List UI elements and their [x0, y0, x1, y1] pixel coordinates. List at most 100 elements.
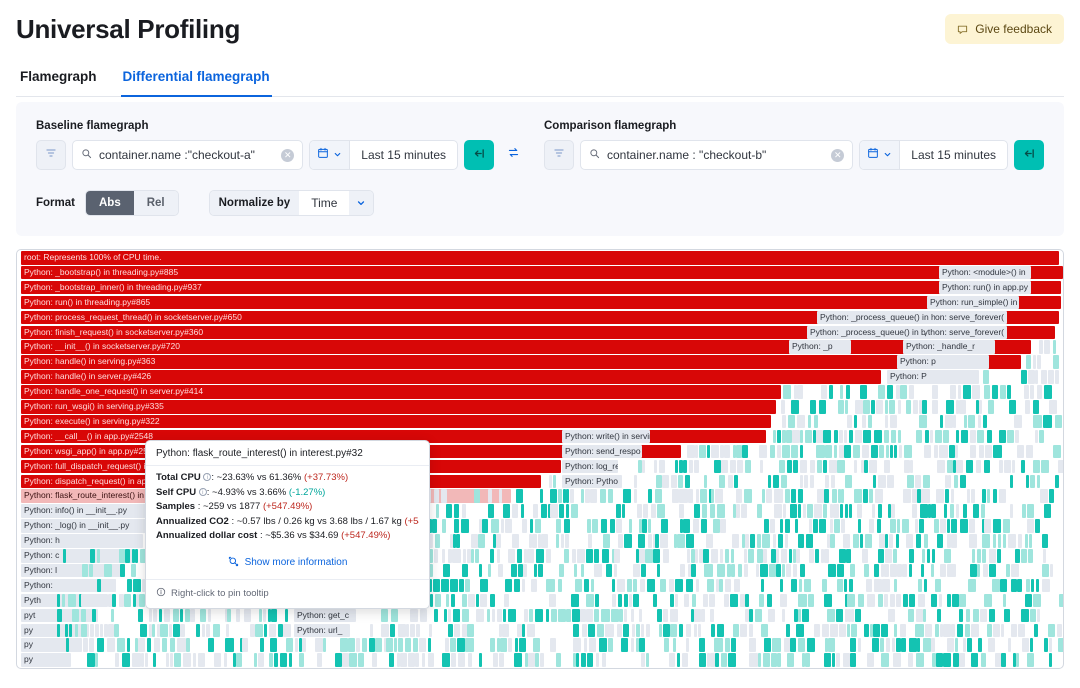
flamegraph-frame-narrow[interactable]: [943, 653, 951, 667]
flamegraph-frame-narrow[interactable]: [931, 504, 936, 518]
flamegraph-frame-narrow[interactable]: [442, 653, 450, 667]
flamegraph-frame-narrow[interactable]: [236, 609, 239, 623]
flamegraph-frame-narrow[interactable]: [1048, 624, 1055, 638]
flamegraph-frame-narrow[interactable]: [263, 609, 266, 623]
flamegraph-frame-narrow[interactable]: [206, 624, 211, 638]
flamegraph-frame-narrow[interactable]: [541, 504, 547, 518]
flamegraph-frame-narrow[interactable]: [777, 445, 781, 459]
flamegraph-frame-narrow[interactable]: [254, 653, 257, 667]
flamegraph-frame-narrow[interactable]: [1037, 475, 1040, 489]
flamegraph-frame-narrow[interactable]: [624, 594, 628, 608]
flamegraph-frame-narrow[interactable]: [916, 534, 920, 548]
normalize-by-value[interactable]: Time: [299, 191, 349, 215]
flamegraph-frame-narrow[interactable]: [619, 609, 623, 623]
flamegraph-frame-narrow[interactable]: [138, 638, 145, 652]
flamegraph-frame-narrow[interactable]: [190, 609, 195, 623]
flamegraph-frame-narrow[interactable]: [910, 460, 913, 474]
flamegraph-frame-narrow[interactable]: [614, 549, 620, 563]
flamegraph-frame-narrow[interactable]: [982, 549, 987, 563]
flamegraph-frame-narrow[interactable]: [97, 549, 100, 563]
flamegraph-frame-narrow[interactable]: [624, 534, 632, 548]
flamegraph-frame-narrow[interactable]: [686, 624, 692, 638]
flamegraph-frame-narrow[interactable]: [738, 564, 742, 578]
flamegraph-frame-narrow[interactable]: [837, 579, 843, 593]
flamegraph-frame-narrow[interactable]: [1021, 460, 1025, 474]
flamegraph-frame-narrow[interactable]: [226, 624, 229, 638]
flamegraph-frame-narrow[interactable]: [935, 430, 942, 444]
flamegraph-frame-narrow[interactable]: [819, 519, 826, 533]
flamegraph-frame-narrow[interactable]: [492, 609, 495, 623]
flamegraph-frame-narrow[interactable]: [535, 609, 542, 623]
flamegraph-frame-narrow[interactable]: [390, 624, 395, 638]
flamegraph-frame-narrow[interactable]: [947, 534, 952, 548]
flamegraph-frame-narrow[interactable]: [523, 564, 526, 578]
flamegraph-frame-narrow[interactable]: [849, 430, 853, 444]
flamegraph-frame-narrow[interactable]: [594, 564, 602, 578]
flamegraph-frame-narrow[interactable]: [802, 653, 805, 667]
flamegraph-frame-narrow[interactable]: [1003, 534, 1006, 548]
flamegraph-frame-narrow[interactable]: [624, 609, 627, 623]
flamegraph-frame-left-16[interactable]: Python: info() in __init__.py: [21, 504, 161, 518]
flamegraph-frame-narrow[interactable]: [988, 638, 995, 652]
flamegraph-frame-narrow[interactable]: [782, 564, 785, 578]
flamegraph-frame-narrow[interactable]: [587, 653, 593, 667]
flamegraph-frame-narrow[interactable]: [798, 504, 801, 518]
flamegraph-frame-narrow[interactable]: [608, 638, 613, 652]
tab-differential-flamegraph[interactable]: Differential flamegraph: [121, 69, 272, 97]
flamegraph-frame-narrow[interactable]: [840, 504, 843, 518]
flamegraph-frame-narrow[interactable]: [1042, 579, 1050, 593]
flamegraph-frame-narrow[interactable]: [989, 609, 995, 623]
flamegraph-frame-narrow[interactable]: [663, 549, 669, 563]
flamegraph-frame-narrow[interactable]: [1049, 638, 1052, 652]
flamegraph-frame-narrow[interactable]: [435, 594, 441, 608]
flamegraph-frame-narrow[interactable]: [372, 653, 377, 667]
flamegraph-frame-narrow[interactable]: [790, 638, 796, 652]
flamegraph-frame-narrow[interactable]: [768, 609, 775, 623]
flamegraph-frame-narrow[interactable]: [198, 653, 205, 667]
flamegraph-frame-narrow[interactable]: [616, 519, 621, 533]
flamegraph-frame-narrow[interactable]: [1015, 549, 1020, 563]
flamegraph-frame-narrow[interactable]: [696, 489, 699, 503]
flamegraph-frame-narrow[interactable]: [951, 624, 955, 638]
flamegraph-frame-narrow[interactable]: [669, 653, 675, 667]
flamegraph-frame-narrow[interactable]: [519, 638, 526, 652]
flamegraph-frame-narrow[interactable]: [822, 579, 827, 593]
comparison-search-input[interactable]: [607, 148, 824, 162]
flamegraph-frame-narrow[interactable]: [728, 475, 733, 489]
flamegraph-frame-narrow[interactable]: [797, 415, 805, 429]
flamegraph-frame-narrow[interactable]: [715, 489, 723, 503]
flamegraph-frame-narrow[interactable]: [804, 475, 808, 489]
flamegraph-frame-narrow[interactable]: [932, 400, 938, 414]
flamegraph-frame-narrow[interactable]: [419, 638, 426, 652]
flamegraph-frame-narrow[interactable]: [166, 653, 169, 667]
flamegraph-frame-narrow[interactable]: [970, 445, 977, 459]
flamegraph-frame-narrow[interactable]: [678, 475, 683, 489]
flamegraph-frame-narrow[interactable]: [878, 385, 886, 399]
flamegraph-frame-narrow[interactable]: [728, 653, 736, 667]
flamegraph-frame-narrow[interactable]: [749, 609, 753, 623]
flamegraph-frame-narrow[interactable]: [821, 385, 828, 399]
flamegraph-frame-narrow[interactable]: [634, 489, 637, 503]
flamegraph-frame-narrow[interactable]: [679, 504, 683, 518]
flamegraph-frame-narrow[interactable]: [700, 489, 707, 503]
flamegraph-frame-narrow[interactable]: [757, 534, 761, 548]
flamegraph-frame-narrow[interactable]: [979, 400, 982, 414]
flamegraph-frame-narrow[interactable]: [550, 504, 558, 518]
flamegraph-frame-narrow[interactable]: [493, 653, 498, 667]
flamegraph-frame-narrow[interactable]: [348, 638, 355, 652]
flamegraph-frame-narrow[interactable]: [972, 385, 980, 399]
flamegraph-frame-narrow[interactable]: [428, 638, 431, 652]
flamegraph-frame-narrow[interactable]: [906, 534, 913, 548]
flamegraph-frame-narrow[interactable]: [982, 534, 990, 548]
flamegraph-frame-narrow[interactable]: [880, 475, 886, 489]
flamegraph-frame-narrow[interactable]: [985, 445, 993, 459]
flamegraph-frame-narrow[interactable]: [889, 400, 895, 414]
flamegraph-frame-narrow[interactable]: [434, 489, 439, 503]
flamegraph-frame-narrow[interactable]: [66, 638, 69, 652]
flamegraph-frame-narrow[interactable]: [57, 653, 65, 667]
flamegraph-frame-narrow[interactable]: [836, 609, 843, 623]
flamegraph-frame-narrow[interactable]: [800, 460, 807, 474]
flamegraph-frame-narrow[interactable]: [736, 445, 742, 459]
flamegraph-frame-narrow[interactable]: [461, 519, 469, 533]
flamegraph-frame-narrow[interactable]: [845, 400, 848, 414]
